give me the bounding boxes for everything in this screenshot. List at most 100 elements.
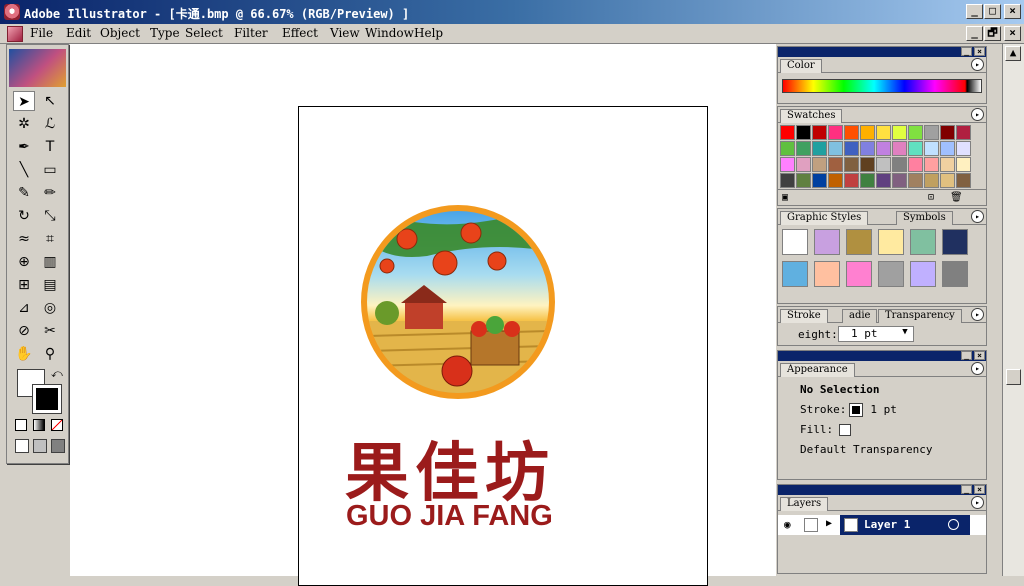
target-circle-icon[interactable] <box>948 519 959 530</box>
menu-help[interactable]: Help <box>414 26 443 40</box>
graphic-style-swatch[interactable] <box>942 261 968 287</box>
graphic-style-swatch[interactable] <box>846 261 872 287</box>
menu-effect[interactable]: Effect <box>282 26 318 40</box>
graphic-style-swatch[interactable] <box>878 229 904 255</box>
swatch[interactable] <box>956 173 971 188</box>
swatch[interactable] <box>876 157 891 172</box>
tab-layers[interactable]: Layers <box>780 497 829 511</box>
swatch[interactable] <box>844 173 859 188</box>
pencil-tool[interactable]: ✏ <box>39 183 61 203</box>
color-button[interactable] <box>15 419 27 431</box>
mesh-tool[interactable]: ⊞ <box>13 275 35 295</box>
show-swatch-kinds-icon[interactable]: ▣ <box>782 192 788 203</box>
swatch[interactable] <box>812 157 827 172</box>
warp-tool[interactable]: ≈ <box>13 229 35 249</box>
graphic-style-swatch[interactable] <box>782 261 808 287</box>
swatch[interactable] <box>796 141 811 156</box>
line-tool[interactable]: ╲ <box>13 160 35 180</box>
swatch[interactable] <box>892 125 907 140</box>
panel-menu-button[interactable]: ▸ <box>971 362 984 375</box>
symbol-sprayer-tool[interactable]: ⊕ <box>13 252 35 272</box>
magic-wand-tool[interactable]: ✲ <box>13 114 35 134</box>
swatch[interactable] <box>892 173 907 188</box>
standard-screen-mode-button[interactable] <box>15 439 29 453</box>
doc-close-button[interactable]: × <box>1004 26 1021 41</box>
full-screen-mode-button[interactable] <box>51 439 65 453</box>
stroke-swatch[interactable] <box>32 384 62 414</box>
illustrator-flower-logo[interactable] <box>9 49 66 87</box>
none-button[interactable] <box>51 419 63 431</box>
swatch[interactable] <box>796 173 811 188</box>
slice-tool[interactable]: ⊘ <box>13 321 35 341</box>
vertical-scrollbar[interactable]: ▲ <box>1002 44 1024 576</box>
swatch[interactable] <box>956 125 971 140</box>
graphic-style-swatch[interactable] <box>846 229 872 255</box>
panel-menu-button[interactable]: ▸ <box>971 58 984 71</box>
close-button[interactable]: × <box>1004 4 1021 19</box>
panel-minimize-button[interactable]: _ <box>961 47 972 56</box>
paintbrush-tool[interactable]: ✎ <box>13 183 35 203</box>
document-canvas[interactable]: 果佳坊 GUO JIA FANG <box>70 44 776 586</box>
maximize-button[interactable]: □ <box>984 4 1001 19</box>
panel-menu-button[interactable]: ▸ <box>971 108 984 121</box>
swatch[interactable] <box>956 157 971 172</box>
appearance-stroke-row[interactable]: Stroke: 1 pt <box>780 401 970 419</box>
swatch[interactable] <box>940 173 955 188</box>
swatch[interactable] <box>796 125 811 140</box>
tab-appearance[interactable]: Appearance <box>780 363 855 377</box>
swatch[interactable] <box>828 141 843 156</box>
full-screen-menu-mode-button[interactable] <box>33 439 47 453</box>
menu-filter[interactable]: Filter <box>234 26 268 40</box>
tab-graphic-styles[interactable]: Graphic Styles <box>780 211 869 225</box>
layer-row[interactable]: ◉ ▶ Layer 1 <box>778 515 986 535</box>
menu-window[interactable]: Window <box>365 26 414 40</box>
graphic-style-swatch[interactable] <box>910 261 936 287</box>
gradient-button[interactable] <box>33 419 45 431</box>
swatch[interactable] <box>860 141 875 156</box>
swatch[interactable] <box>924 157 939 172</box>
scissors-tool[interactable]: ✂ <box>39 321 61 341</box>
swatch[interactable] <box>780 125 795 140</box>
tab-transparency[interactable]: Transparency <box>878 309 962 323</box>
column-graph-tool[interactable]: ▥ <box>39 252 61 272</box>
scroll-up-button[interactable]: ▲ <box>1005 46 1021 61</box>
menu-select[interactable]: Select <box>185 26 223 40</box>
swatch[interactable] <box>796 157 811 172</box>
graphic-style-swatch[interactable] <box>814 261 840 287</box>
lasso-tool[interactable]: ℒ <box>39 114 61 134</box>
swatch[interactable] <box>892 157 907 172</box>
direct-selection-tool[interactable]: ↖ <box>39 91 61 111</box>
swatch[interactable] <box>844 157 859 172</box>
swatch[interactable] <box>956 141 971 156</box>
swatch[interactable] <box>860 173 875 188</box>
menu-file[interactable]: File <box>30 26 53 40</box>
swatch[interactable] <box>844 141 859 156</box>
logo-emblem[interactable] <box>361 205 555 399</box>
doc-minimize-button[interactable]: _ <box>966 26 983 41</box>
swatch[interactable] <box>940 157 955 172</box>
swatch[interactable] <box>908 157 923 172</box>
tab-color[interactable]: Color <box>780 59 822 73</box>
swatch[interactable] <box>876 141 891 156</box>
panel-menu-button[interactable]: ▸ <box>971 496 984 509</box>
panel-menu-button[interactable]: ▸ <box>971 308 984 321</box>
swatch[interactable] <box>828 173 843 188</box>
gradient-tool[interactable]: ▤ <box>39 275 61 295</box>
swatch[interactable] <box>940 141 955 156</box>
tab-swatches[interactable]: Swatches <box>780 109 843 123</box>
minimize-button[interactable]: _ <box>966 4 983 19</box>
rectangle-tool[interactable]: ▭ <box>39 160 61 180</box>
graphic-style-swatch[interactable] <box>878 261 904 287</box>
swatch[interactable] <box>908 141 923 156</box>
swatch[interactable] <box>940 125 955 140</box>
stroke-weight-dropdown-icon[interactable]: ▼ <box>898 327 912 341</box>
swatch[interactable] <box>780 141 795 156</box>
panel-close-button[interactable]: × <box>974 47 985 56</box>
lock-toggle[interactable] <box>804 518 818 532</box>
tab-stroke[interactable]: Stroke <box>780 309 828 323</box>
swatch[interactable] <box>812 141 827 156</box>
blend-tool[interactable]: ◎ <box>39 298 61 318</box>
swatch[interactable] <box>828 157 843 172</box>
graphic-style-swatch[interactable] <box>814 229 840 255</box>
panel-close-button[interactable]: × <box>974 351 985 360</box>
